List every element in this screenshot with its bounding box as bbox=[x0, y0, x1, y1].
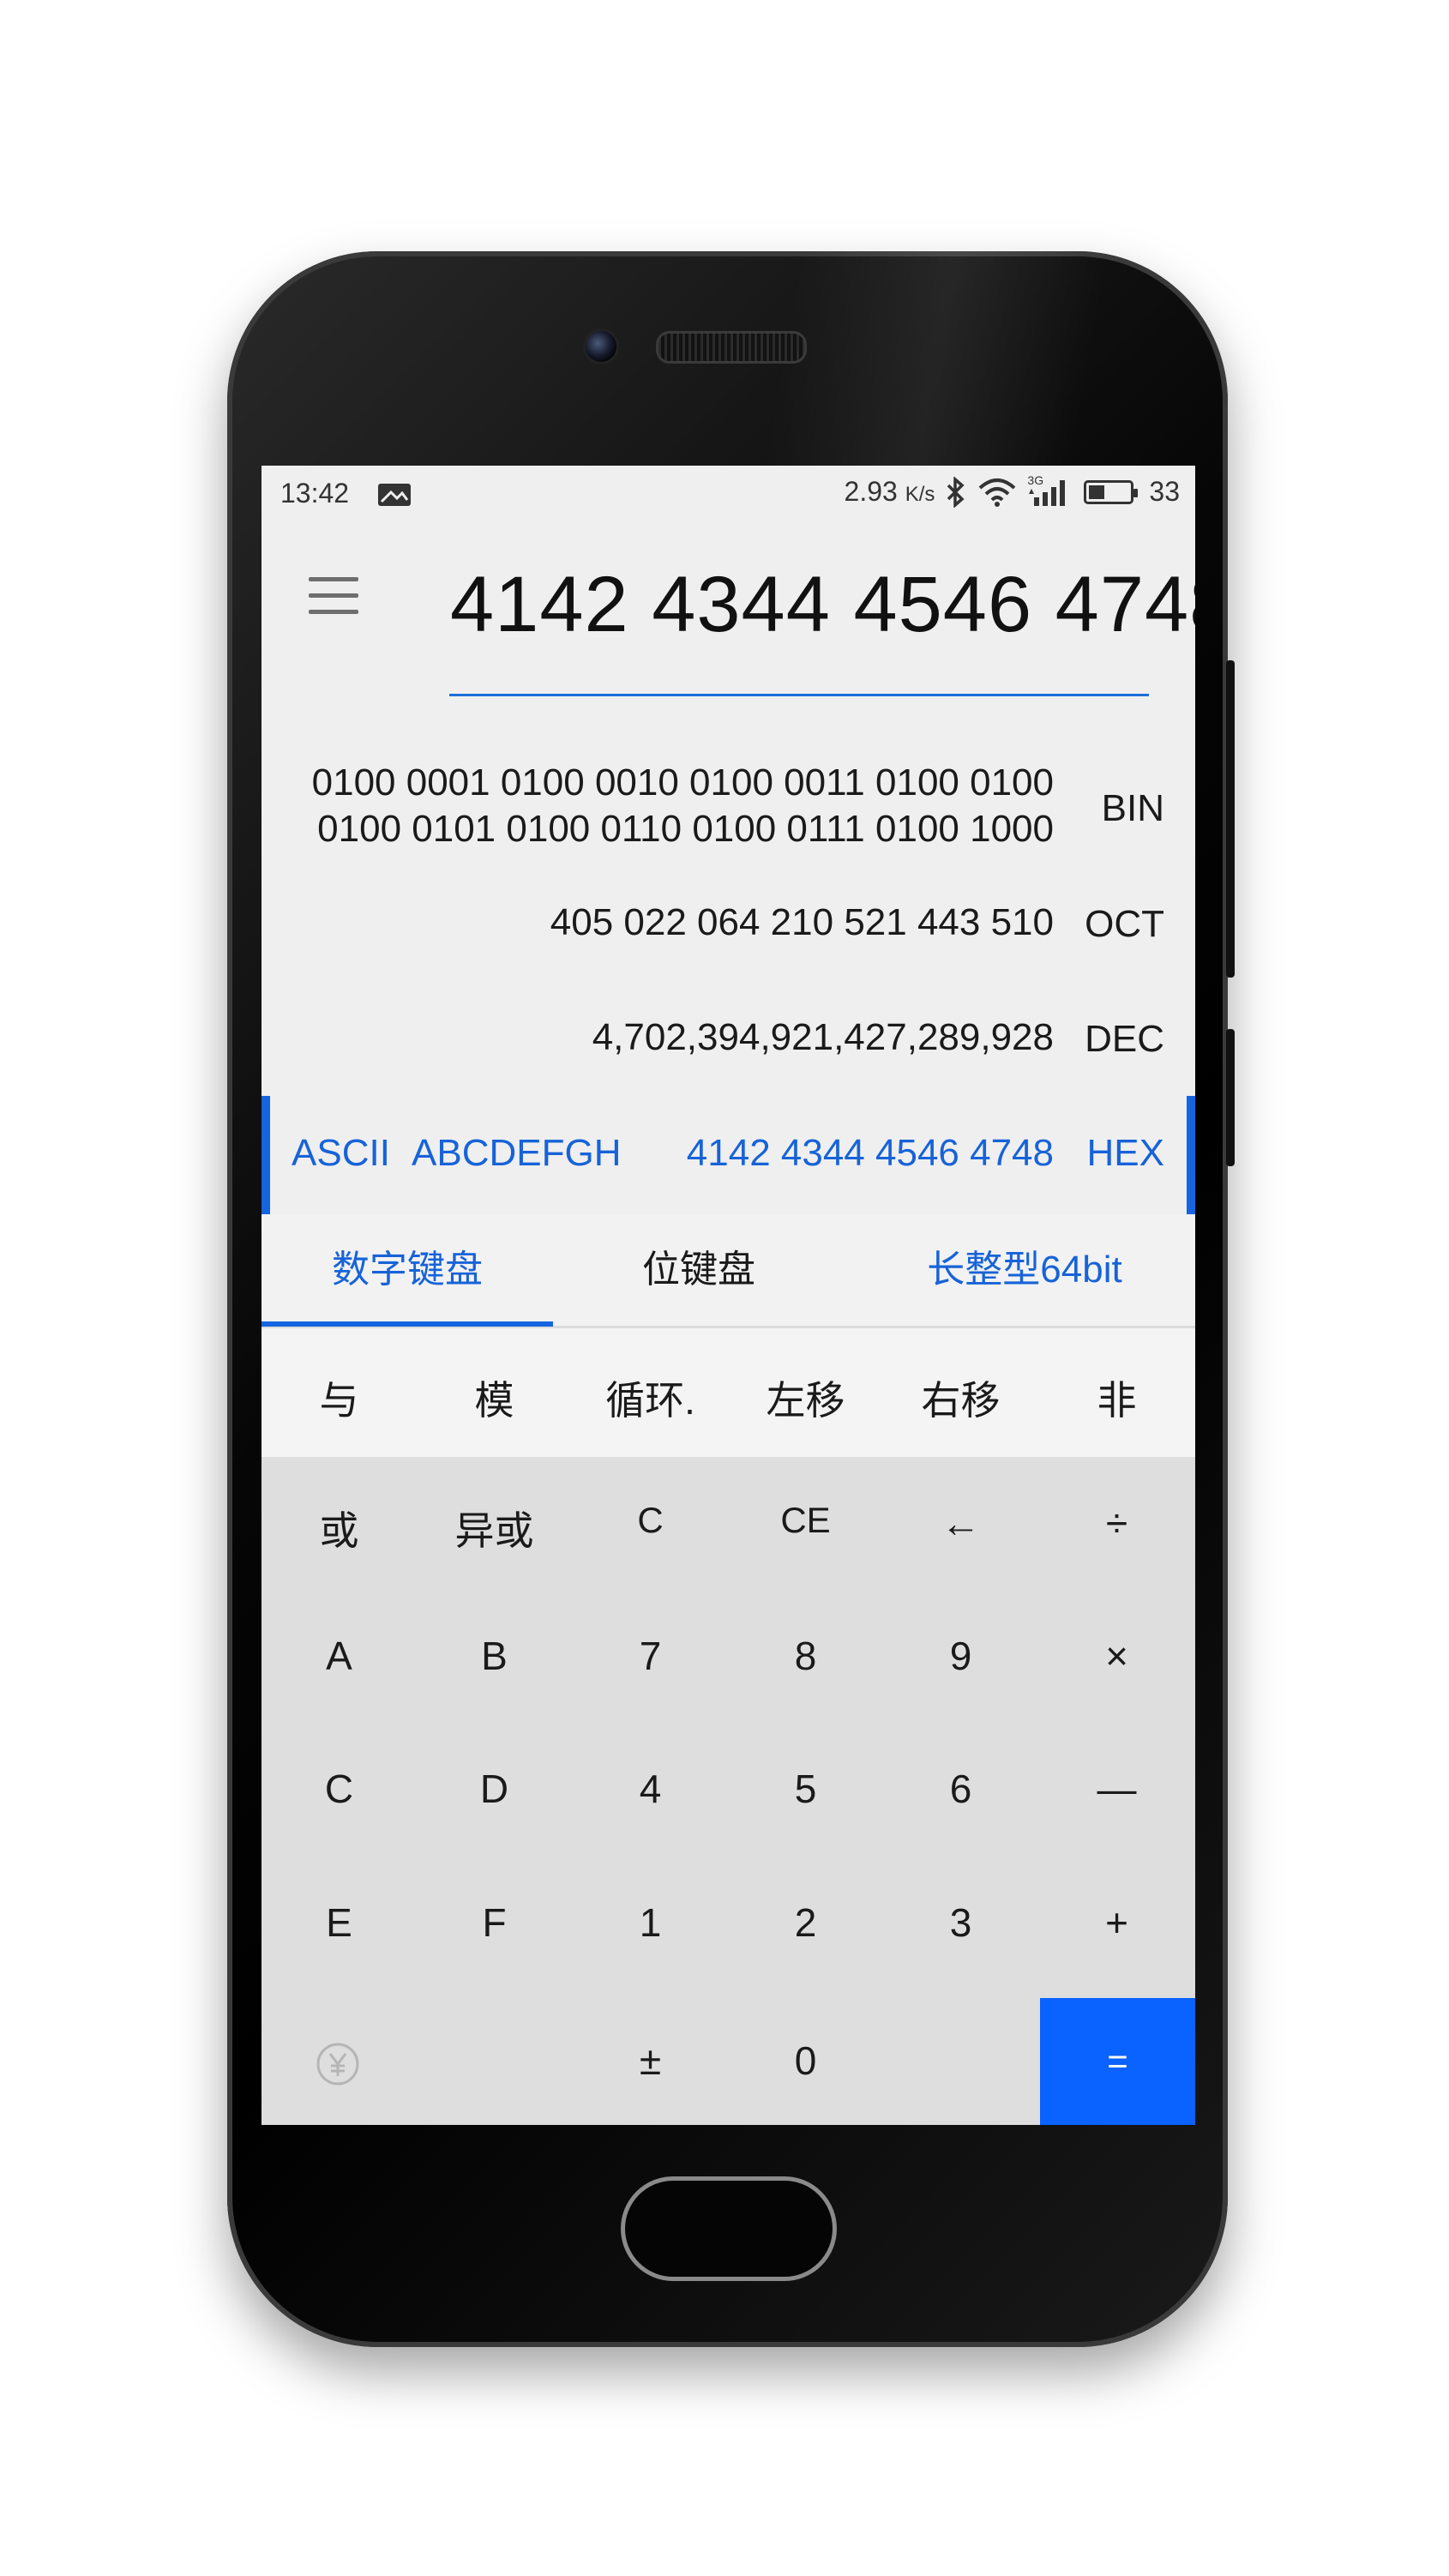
key-4[interactable]: 4 bbox=[573, 1766, 728, 1812]
tab-number-keypad[interactable]: 数字键盘 bbox=[262, 1214, 553, 1326]
not-key[interactable]: 非 bbox=[1039, 1369, 1194, 1426]
key-7[interactable]: 7 bbox=[573, 1633, 728, 1679]
tab-active-indicator bbox=[262, 1321, 553, 1327]
bin-value: 0100 0001 0100 0010 0100 0011 0100 0100 … bbox=[311, 761, 1054, 850]
key-f[interactable]: F bbox=[417, 1899, 572, 1946]
bluetooth-icon bbox=[947, 476, 965, 508]
power-button bbox=[1226, 1029, 1235, 1166]
key-9[interactable]: 9 bbox=[883, 1633, 1038, 1679]
key-e[interactable]: E bbox=[262, 1899, 417, 1946]
divide-key[interactable]: ÷ bbox=[1039, 1500, 1194, 1546]
clear-key[interactable]: C bbox=[573, 1500, 728, 1541]
home-button[interactable] bbox=[621, 2176, 837, 2281]
status-right-group: 2.93 K/s 3G 33 bbox=[844, 473, 1180, 508]
key-8[interactable]: 8 bbox=[728, 1633, 883, 1679]
bit-operations-row: 与 模 循环. 左移 右移 非 bbox=[262, 1328, 1195, 1457]
hex-selected-indicator-right bbox=[1187, 1096, 1195, 1214]
plus-minus-key[interactable]: ± bbox=[573, 2037, 728, 2084]
earpiece-speaker bbox=[656, 331, 807, 364]
front-camera bbox=[583, 328, 619, 364]
battery-percent: 33 bbox=[1149, 476, 1180, 507]
bin-label[interactable]: BIN bbox=[1102, 787, 1164, 830]
shift-left-key[interactable]: 左移 bbox=[728, 1369, 883, 1426]
xor-key[interactable]: 异或 bbox=[417, 1500, 572, 1556]
key-b[interactable]: B bbox=[417, 1633, 572, 1679]
tab-bit-keypad[interactable]: 位键盘 bbox=[553, 1214, 845, 1326]
dec-value: 4,702,394,921,427,289,928 bbox=[592, 1016, 1054, 1058]
display-underline bbox=[449, 694, 1149, 696]
plus-key[interactable]: + bbox=[1039, 1899, 1194, 1946]
oct-label[interactable]: OCT bbox=[1085, 903, 1164, 946]
network-speed: 2.93 K/s bbox=[844, 476, 935, 507]
keyboard-tabs: 数字键盘 位键盘 长整型64bit bbox=[262, 1214, 1195, 1328]
key-c[interactable]: C bbox=[262, 1766, 417, 1812]
volume-button bbox=[1226, 660, 1235, 978]
key-5[interactable]: 5 bbox=[728, 1766, 883, 1812]
ascii-label: ASCII bbox=[292, 1132, 390, 1174]
shift-right-key[interactable]: 右移 bbox=[883, 1369, 1038, 1426]
app-screen: 13:42 2.93 K/s 3G 33 4142 4344 4546 4748… bbox=[262, 466, 1195, 2125]
menu-icon[interactable] bbox=[309, 577, 358, 615]
key-0[interactable]: 0 bbox=[728, 2037, 883, 2084]
hex-row[interactable]: ASCII ABCDEFGH 4142 4344 4546 4748 HEX bbox=[262, 1096, 1195, 1214]
keypad: 或 异或 C CE ← ÷ A B 7 8 9 × C D 4 5 6 — E … bbox=[262, 1457, 1195, 2125]
main-display[interactable]: 4142 4344 4546 4748 bbox=[450, 560, 1195, 654]
mod-key[interactable]: 模 bbox=[417, 1369, 572, 1426]
backspace-key[interactable]: ← bbox=[883, 1500, 1038, 1546]
minus-key[interactable]: — bbox=[1039, 1766, 1194, 1812]
cell-signal-icon: 3G bbox=[1027, 473, 1073, 508]
rotate-key[interactable]: 循环. bbox=[573, 1369, 728, 1426]
key-3[interactable]: 3 bbox=[883, 1899, 1038, 1946]
key-a[interactable]: A bbox=[262, 1633, 417, 1679]
clear-entry-key[interactable]: CE bbox=[728, 1500, 883, 1541]
oct-value: 405 022 064 210 521 443 510 bbox=[550, 901, 1054, 943]
dec-label[interactable]: DEC bbox=[1085, 1018, 1164, 1061]
ascii-value: ABCDEFGH bbox=[412, 1132, 622, 1174]
key-6[interactable]: 6 bbox=[883, 1766, 1038, 1812]
hex-label: HEX bbox=[1086, 1132, 1164, 1174]
and-key[interactable]: 与 bbox=[262, 1369, 417, 1426]
hex-selected-indicator bbox=[262, 1096, 270, 1214]
key-d[interactable]: D bbox=[417, 1766, 572, 1812]
status-bar: 13:42 2.93 K/s 3G 33 bbox=[262, 466, 1195, 526]
hex-value: 4142 4344 4546 4748 bbox=[686, 1132, 1054, 1174]
key-2[interactable]: 2 bbox=[728, 1899, 883, 1946]
notification-image-icon bbox=[378, 484, 411, 506]
or-key[interactable]: 或 bbox=[262, 1500, 417, 1556]
battery-icon bbox=[1084, 479, 1139, 504]
multiply-key[interactable]: × bbox=[1039, 1633, 1194, 1679]
equals-button[interactable]: = bbox=[1040, 1998, 1195, 2125]
tab-word-size[interactable]: 长整型64bit bbox=[862, 1214, 1187, 1326]
currency-yen-icon[interactable] bbox=[316, 2042, 360, 2086]
status-time: 13:42 bbox=[280, 478, 350, 509]
key-1[interactable]: 1 bbox=[573, 1899, 728, 1946]
wifi-icon bbox=[979, 478, 1016, 507]
